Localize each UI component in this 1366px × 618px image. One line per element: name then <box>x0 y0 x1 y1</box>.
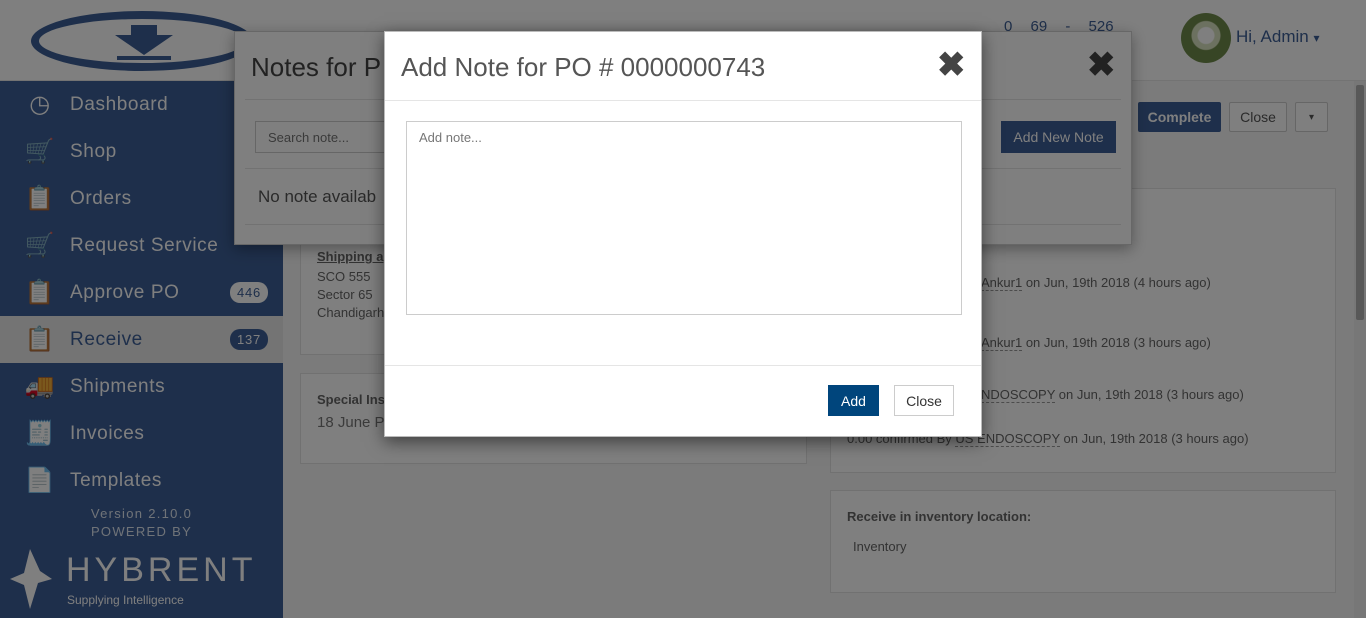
close-button[interactable]: Close <box>894 385 954 416</box>
add-note-modal: Add Note for PO # 0000000743 ✖ Add Close <box>384 31 982 437</box>
divider <box>385 100 981 101</box>
add-button[interactable]: Add <box>828 385 879 416</box>
close-icon[interactable]: ✖ <box>937 48 966 82</box>
divider <box>385 365 981 366</box>
note-textarea[interactable] <box>406 121 962 315</box>
modal-title: Add Note for PO # 0000000743 <box>401 52 766 82</box>
